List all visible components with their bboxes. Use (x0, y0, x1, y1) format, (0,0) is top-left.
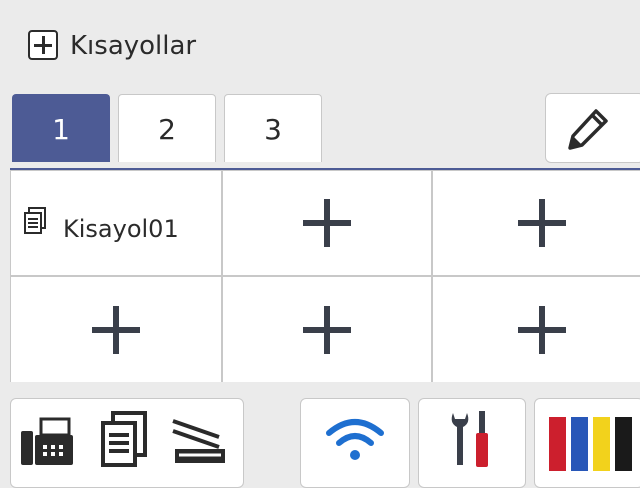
settings-button[interactable] (418, 398, 526, 488)
document-icon (24, 207, 46, 234)
modes-button[interactable] (10, 398, 244, 488)
add-shortcut-button[interactable] (433, 277, 640, 382)
edit-button[interactable] (545, 93, 640, 163)
tab-3[interactable]: 3 (224, 94, 322, 162)
shortcut-label: Kisayol01 (63, 215, 179, 243)
scan-icon (172, 419, 225, 463)
page-title: Kısayollar (70, 31, 197, 61)
wifi-button[interactable] (300, 398, 410, 488)
fax-icon (21, 417, 73, 465)
add-shortcut-button[interactable] (223, 171, 431, 275)
ink-level-icon (549, 417, 633, 471)
add-box-icon[interactable] (28, 30, 58, 60)
add-shortcut-button[interactable] (433, 171, 640, 275)
ink-status-button[interactable] (534, 398, 640, 488)
wifi-icon (326, 419, 384, 460)
tools-icon (451, 411, 488, 467)
tab-2[interactable]: 2 (118, 94, 216, 162)
add-shortcut-button[interactable] (223, 277, 431, 382)
copy-icon (101, 411, 147, 467)
shortcut-grid: Kisayol01 (10, 168, 640, 382)
shortcut-cell[interactable]: Kisayol01 (11, 171, 221, 275)
add-shortcut-button[interactable] (11, 277, 221, 382)
pencil-icon (568, 109, 608, 150)
tab-1[interactable]: 1 (12, 94, 110, 162)
